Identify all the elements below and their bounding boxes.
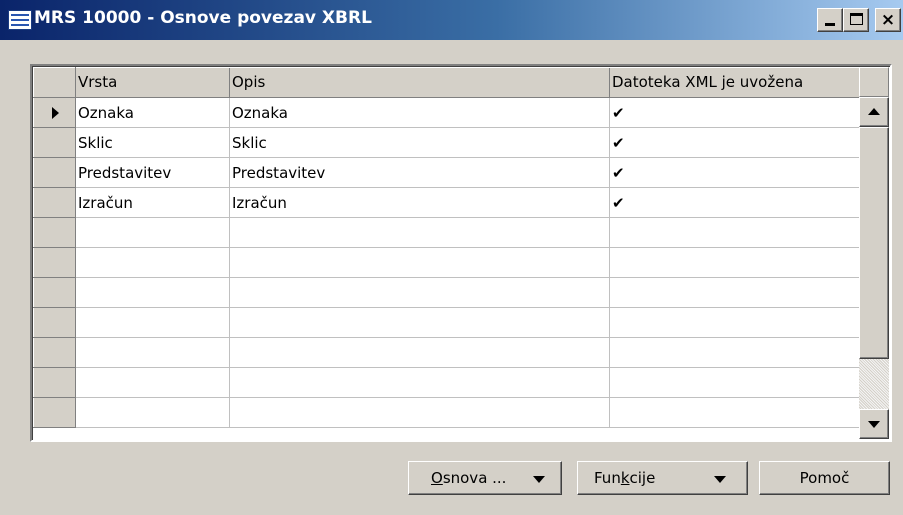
empty-cell[interactable] [75, 397, 230, 428]
scroll-down-button[interactable] [859, 409, 889, 439]
empty-cell[interactable] [229, 337, 610, 368]
row-selector[interactable] [33, 337, 76, 368]
empty-cell[interactable] [229, 367, 610, 398]
checkmark-icon[interactable]: ✔ [609, 127, 860, 158]
funkcije-label: Funkcije [594, 469, 656, 487]
row-selector[interactable] [33, 97, 76, 128]
row-selector[interactable] [33, 397, 76, 428]
window: MRS 10000 - Osnove povezav XBRL × Vrsta … [0, 0, 903, 515]
help-label: Pomoč [799, 469, 850, 487]
cell-opis[interactable]: Predstavitev [229, 157, 610, 188]
scroll-down-arrow-icon [868, 421, 880, 428]
column-header-vrsta[interactable]: Vrsta [75, 67, 230, 98]
row-selector[interactable] [33, 127, 76, 158]
osnova-menu-button[interactable]: Osnova ... [408, 461, 562, 495]
vertical-scrollbar[interactable] [859, 97, 889, 439]
row-selector[interactable] [33, 277, 76, 308]
empty-cell[interactable] [609, 367, 860, 398]
cell-vrsta[interactable]: Oznaka [75, 97, 230, 128]
empty-cell[interactable] [75, 307, 230, 338]
cell-opis[interactable]: Sklic [229, 127, 610, 158]
empty-row[interactable] [33, 397, 860, 428]
osnova-label: Osnova ... [431, 469, 507, 487]
empty-cell[interactable] [609, 247, 860, 278]
empty-row[interactable] [33, 277, 860, 308]
table-row[interactable]: Sklic Sklic ✔ [33, 127, 860, 158]
funkcije-menu-button[interactable]: Funkcije [577, 461, 748, 495]
empty-row[interactable] [33, 217, 860, 248]
scroll-up-arrow-icon [868, 108, 880, 115]
help-button[interactable]: Pomoč [759, 461, 890, 495]
cell-vrsta[interactable]: Izračun [75, 187, 230, 218]
maximize-icon [850, 13, 863, 25]
empty-cell[interactable] [229, 277, 610, 308]
empty-cell[interactable] [75, 367, 230, 398]
minimize-icon [825, 23, 835, 26]
empty-row[interactable] [33, 367, 860, 398]
row-selector[interactable] [33, 307, 76, 338]
records-table: Vrsta Opis Datoteka XML je uvožena Oznak… [33, 67, 860, 428]
checkmark-icon[interactable]: ✔ [609, 187, 860, 218]
table-row[interactable]: Predstavitev Predstavitev ✔ [33, 157, 860, 188]
header-corner-right [859, 67, 889, 97]
empty-cell[interactable] [229, 247, 610, 278]
empty-cell[interactable] [229, 307, 610, 338]
records-grid[interactable]: Vrsta Opis Datoteka XML je uvožena Oznak… [30, 64, 892, 442]
close-icon: × [880, 10, 896, 30]
cell-vrsta[interactable]: Predstavitev [75, 157, 230, 188]
header-corner[interactable] [33, 67, 76, 98]
dropdown-arrow-icon [533, 476, 545, 483]
empty-cell[interactable] [609, 277, 860, 308]
cell-vrsta[interactable]: Sklic [75, 127, 230, 158]
dropdown-arrow-icon [714, 476, 726, 483]
cell-opis[interactable]: Izračun [229, 187, 610, 218]
header-row: Vrsta Opis Datoteka XML je uvožena [33, 67, 860, 98]
checkmark-icon[interactable]: ✔ [609, 97, 860, 128]
scrollbar-thumb[interactable] [859, 127, 889, 359]
empty-cell[interactable] [229, 397, 610, 428]
empty-cell[interactable] [609, 307, 860, 338]
close-button[interactable]: × [875, 8, 901, 32]
row-pointer-icon [52, 106, 59, 119]
empty-cell[interactable] [75, 337, 230, 368]
empty-row[interactable] [33, 307, 860, 338]
empty-row[interactable] [33, 247, 860, 278]
empty-cell[interactable] [75, 277, 230, 308]
empty-cell[interactable] [609, 217, 860, 248]
row-selector[interactable] [33, 187, 76, 218]
empty-cell[interactable] [609, 397, 860, 428]
row-selector[interactable] [33, 367, 76, 398]
table-icon[interactable] [8, 10, 32, 30]
empty-cell[interactable] [609, 337, 860, 368]
scroll-up-button[interactable] [859, 97, 889, 127]
empty-row[interactable] [33, 337, 860, 368]
window-title: MRS 10000 - Osnove povezav XBRL [34, 8, 372, 28]
cell-opis[interactable]: Oznaka [229, 97, 610, 128]
column-header-opis[interactable]: Opis [229, 67, 610, 98]
title-bar[interactable]: MRS 10000 - Osnove povezav XBRL × [0, 0, 903, 40]
row-selector[interactable] [33, 157, 76, 188]
row-selector[interactable] [33, 217, 76, 248]
empty-cell[interactable] [75, 247, 230, 278]
row-selector[interactable] [33, 247, 76, 278]
empty-cell[interactable] [229, 217, 610, 248]
empty-cell[interactable] [75, 217, 230, 248]
maximize-button[interactable] [843, 8, 869, 32]
minimize-button[interactable] [817, 8, 843, 32]
table-row[interactable]: Oznaka Oznaka ✔ [33, 97, 860, 128]
column-header-datoteka-xml[interactable]: Datoteka XML je uvožena [609, 67, 860, 98]
table-row[interactable]: Izračun Izračun ✔ [33, 187, 860, 218]
checkmark-icon[interactable]: ✔ [609, 157, 860, 188]
